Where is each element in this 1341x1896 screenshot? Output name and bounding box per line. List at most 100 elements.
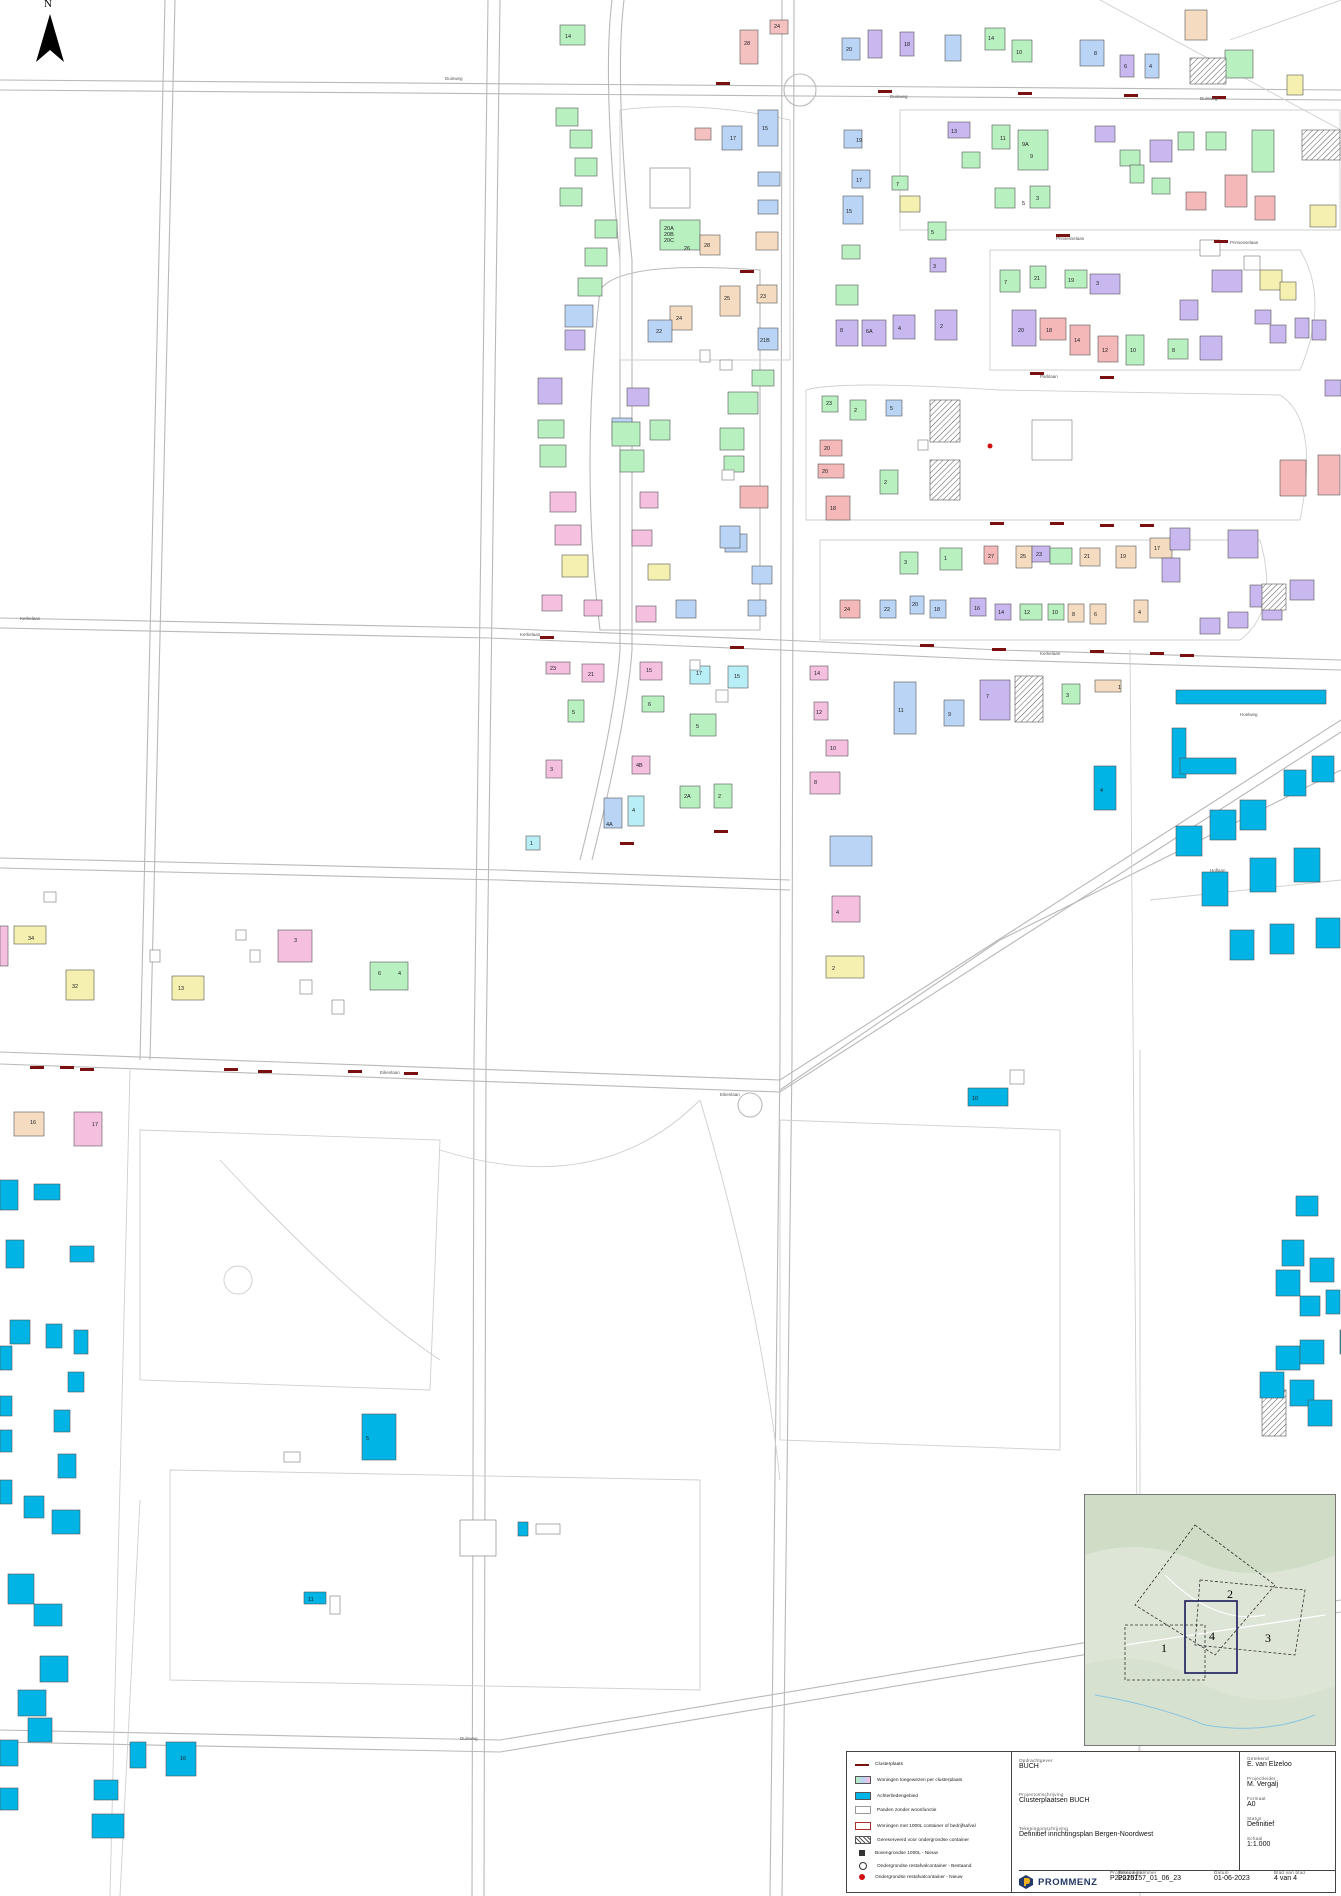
svg-text:16: 16 <box>974 606 980 612</box>
svg-text:8: 8 <box>1094 51 1097 57</box>
svg-text:5: 5 <box>366 1436 369 1442</box>
svg-text:13: 13 <box>951 129 957 135</box>
svg-text:14: 14 <box>814 671 820 677</box>
legend-item: Woningen toegewezen per clusterplaats <box>855 1776 962 1784</box>
sheet-value: 4 van 4 <box>1274 1875 1297 1882</box>
svg-text:18: 18 <box>904 42 910 48</box>
north-letter: N <box>44 0 52 10</box>
legend: Clusterplaats Woningen toegewezen per cl… <box>847 1752 1012 1892</box>
svg-text:2: 2 <box>718 794 721 800</box>
svg-text:2: 2 <box>832 966 835 972</box>
drawn-value: E. van Elzeloo <box>1247 1761 1292 1768</box>
svg-text:21: 21 <box>1084 554 1090 560</box>
svg-text:4: 4 <box>398 971 401 977</box>
legend-item: Achterliedengebied <box>855 1792 918 1800</box>
svg-text:23: 23 <box>760 294 766 300</box>
svg-text:Eikenlaan: Eikenlaan <box>380 1070 400 1075</box>
svg-text:26: 26 <box>684 246 690 252</box>
svg-text:19: 19 <box>856 138 862 144</box>
svg-text:2A: 2A <box>684 794 691 800</box>
svg-text:27: 27 <box>988 554 994 560</box>
svg-text:6: 6 <box>648 702 651 708</box>
svg-text:8: 8 <box>1172 348 1175 354</box>
svg-text:3: 3 <box>1096 281 1099 287</box>
svg-text:1: 1 <box>944 556 947 562</box>
svg-text:Prinsesselaan: Prinsesselaan <box>1056 236 1085 241</box>
svg-text:Hoflaan: Hoflaan <box>1210 868 1226 873</box>
svg-text:7: 7 <box>896 182 899 188</box>
svg-text:20: 20 <box>824 446 830 452</box>
overview-inset-map[interactable]: 1 2 3 4 <box>1084 1494 1336 1746</box>
svg-text:10: 10 <box>1052 610 1058 616</box>
svg-text:2: 2 <box>940 324 943 330</box>
svg-text:18: 18 <box>830 506 836 512</box>
new-container-icon <box>859 1874 865 1880</box>
svg-text:2: 2 <box>884 480 887 486</box>
svg-text:8: 8 <box>840 328 843 334</box>
legend-item: Panden zonder woonfunctie <box>855 1806 936 1814</box>
assigned-swatch <box>855 1776 871 1784</box>
svg-text:Prinsesselaan: Prinsesselaan <box>1230 240 1259 245</box>
svg-text:5: 5 <box>931 230 934 236</box>
client-value: BUCH <box>1019 1763 1039 1770</box>
north-arrow: N <box>30 0 70 66</box>
svg-text:Duinweg: Duinweg <box>460 1736 478 1741</box>
svg-text:7: 7 <box>1004 280 1007 286</box>
svg-text:10: 10 <box>830 746 836 752</box>
svg-text:9: 9 <box>1030 154 1033 160</box>
svg-text:34: 34 <box>28 936 34 942</box>
svg-text:3: 3 <box>904 560 907 566</box>
svg-text:Duinweg: Duinweg <box>1200 96 1218 101</box>
inset-terrain <box>1085 1495 1335 1745</box>
svg-text:14: 14 <box>998 610 1004 616</box>
svg-text:5: 5 <box>572 710 575 716</box>
svg-text:17: 17 <box>730 136 736 142</box>
svg-text:9: 9 <box>948 712 951 718</box>
svg-text:4: 4 <box>1149 64 1152 70</box>
svg-text:6: 6 <box>1124 64 1127 70</box>
svg-text:7: 7 <box>986 694 989 700</box>
svg-text:8: 8 <box>1072 612 1075 618</box>
inset-label-2: 2 <box>1227 1587 1233 1601</box>
svg-text:3: 3 <box>550 767 553 773</box>
svg-text:3: 3 <box>1066 693 1069 699</box>
legend-item: Bovengrondse 1000L - Nieuw <box>855 1850 938 1856</box>
svg-text:1: 1 <box>530 841 533 847</box>
format-value: A0 <box>1247 1801 1256 1808</box>
svg-text:17: 17 <box>856 178 862 184</box>
date-value: 01-06-2023 <box>1214 1875 1250 1882</box>
svg-text:20: 20 <box>1018 328 1024 334</box>
svg-text:4: 4 <box>836 910 839 916</box>
status-value: Definitief <box>1247 1821 1275 1828</box>
legend-item: Woningen met 1000L container of bedrijfs… <box>855 1822 976 1830</box>
legend-item: Gereserveerd voor ondergrondse container <box>855 1836 969 1844</box>
svg-text:8: 8 <box>814 780 817 786</box>
existing-container-icon <box>859 1862 867 1870</box>
projectleader-value: M. Vergalj <box>1247 1781 1279 1788</box>
scale-value: 1:1.000 <box>1247 1841 1271 1848</box>
svg-text:24: 24 <box>676 316 682 322</box>
svg-text:12: 12 <box>1102 348 1108 354</box>
container-swatch <box>855 1822 871 1830</box>
svg-text:18: 18 <box>1046 328 1052 334</box>
svg-text:5: 5 <box>890 406 893 412</box>
svg-text:24: 24 <box>774 24 780 30</box>
svg-text:10: 10 <box>972 1096 978 1102</box>
svg-text:15: 15 <box>734 674 740 680</box>
svg-text:4: 4 <box>632 808 635 814</box>
inset-label-3: 3 <box>1265 1631 1271 1645</box>
svg-text:15: 15 <box>846 209 852 215</box>
svg-text:22: 22 <box>884 607 890 613</box>
svg-text:Duinweg: Duinweg <box>890 94 908 99</box>
svg-text:21: 21 <box>588 672 594 678</box>
svg-text:14: 14 <box>1074 338 1080 344</box>
svg-text:Eikenlaan: Eikenlaan <box>720 1092 740 1097</box>
svg-text:19: 19 <box>1068 278 1074 284</box>
title-left-column: Opdrachtgever BUCH Projectomschrijving C… <box>1011 1752 1240 1870</box>
svg-text:12: 12 <box>1024 610 1030 616</box>
svg-text:4: 4 <box>898 326 901 332</box>
legend-item: Ondergrondse restafvalcontainer - Nieuw <box>855 1874 962 1880</box>
svg-text:2: 2 <box>854 408 857 414</box>
drawingnr-value: P220157_01_06_23 <box>1118 1875 1182 1882</box>
svg-text:5: 5 <box>1022 201 1025 207</box>
